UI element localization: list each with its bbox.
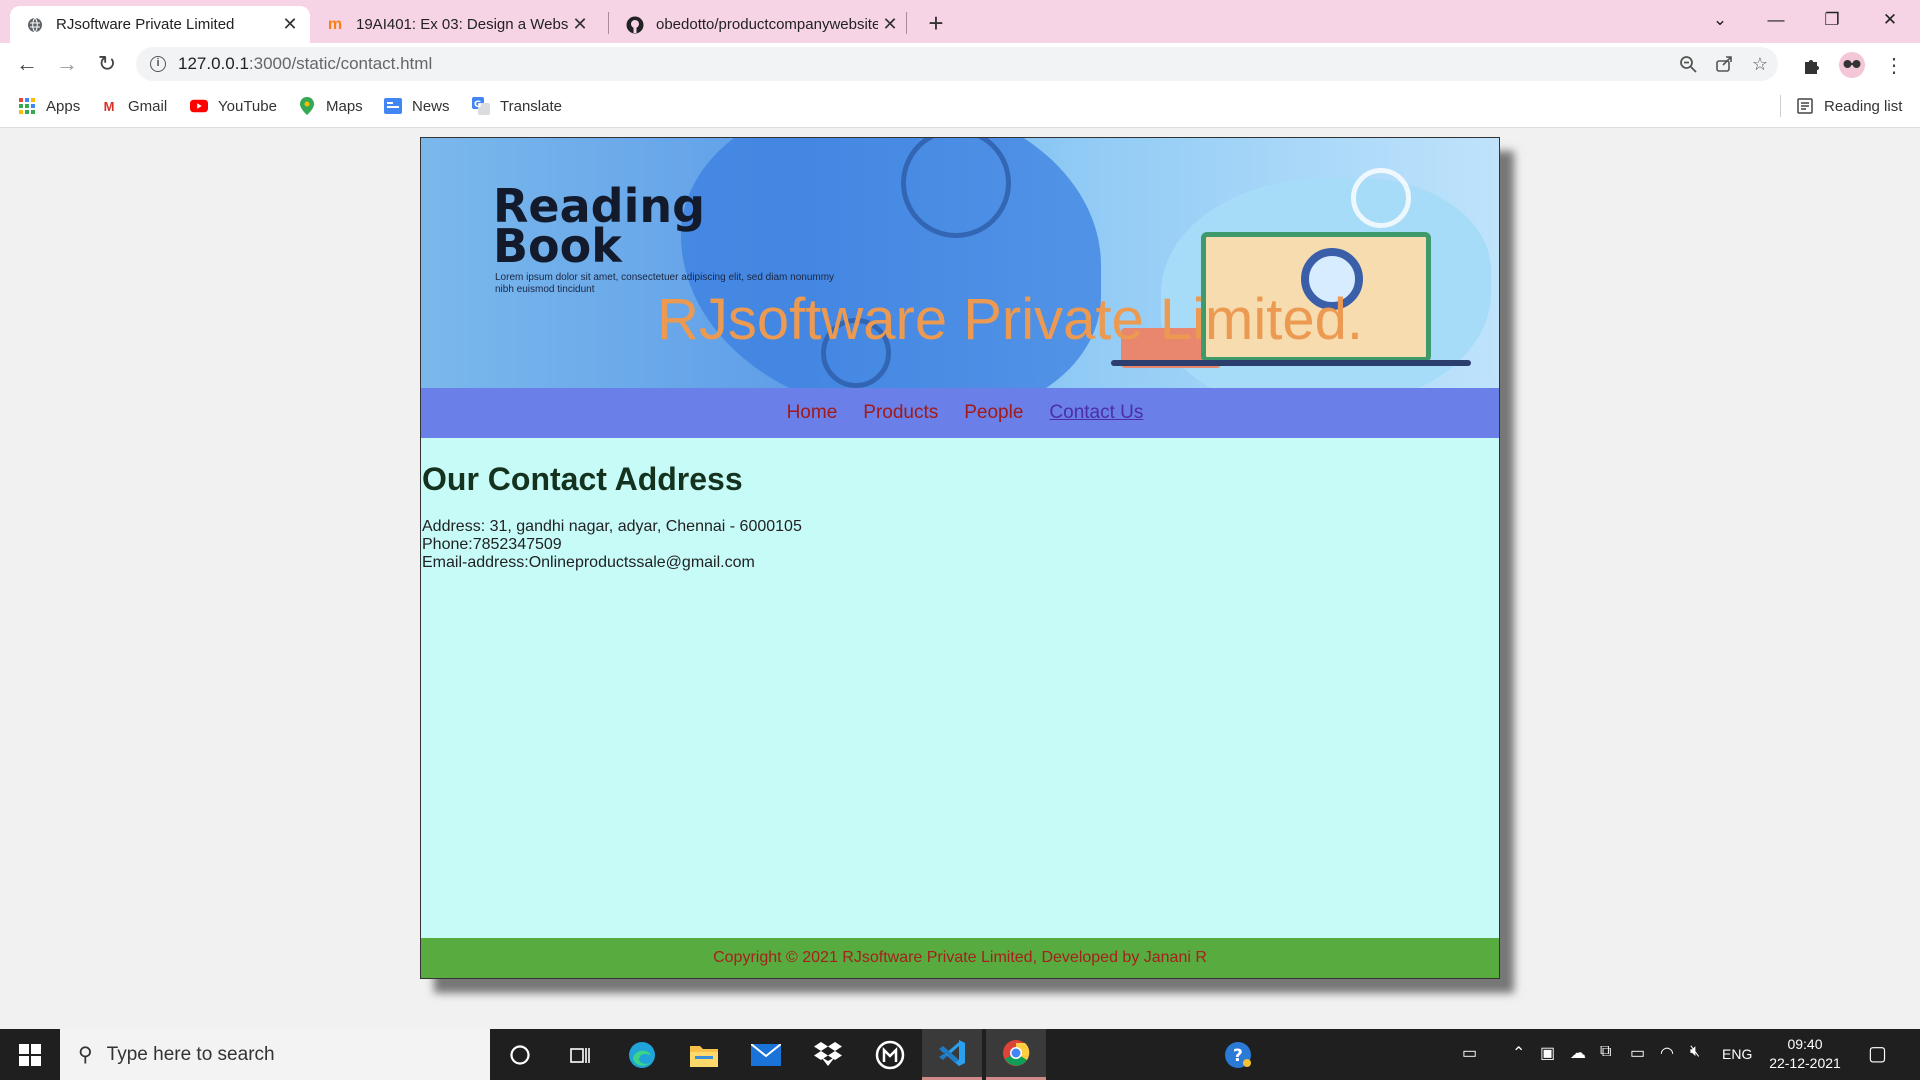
dropbox-icon[interactable] <box>798 1029 858 1080</box>
bookmark-gmail[interactable]: M Gmail <box>100 96 168 116</box>
mail-icon[interactable] <box>736 1029 796 1080</box>
contact-content: Our Contact Address Address: 31, gandhi … <box>422 438 1498 572</box>
nav-contact-us[interactable]: Contact Us <box>1049 402 1143 424</box>
site-footer: Copyright © 2021 RJsoftware Private Limi… <box>421 938 1499 978</box>
taskbar-search-input[interactable]: ⚲ Type here to search <box>60 1029 490 1080</box>
bookmark-news[interactable]: News <box>384 96 450 116</box>
bookmark-star-icon[interactable]: ☆ <box>1742 54 1778 75</box>
company-name: RJsoftware Private Limited. <box>657 287 1363 352</box>
notification-icon[interactable]: ▢ <box>1868 1041 1887 1066</box>
battery-icon[interactable]: ▭ <box>1630 1043 1645 1063</box>
windows-update-icon[interactable]: ⧉ <box>1600 1043 1611 1061</box>
bookmark-youtube[interactable]: YouTube <box>190 96 277 116</box>
app-icon[interactable] <box>860 1029 920 1080</box>
tab-title: RJsoftware Private Limited <box>56 16 235 33</box>
close-tab-icon[interactable]: ✕ <box>878 13 902 37</box>
chrome-icon[interactable] <box>986 1029 1046 1080</box>
tab-strip: RJsoftware Private Limited ✕ m 19AI401: … <box>0 0 1920 43</box>
tab-moodle[interactable]: m 19AI401: Ex 03: Design a Website ✕ <box>310 6 600 43</box>
windows-icon <box>19 1043 41 1066</box>
page-title: Our Contact Address <box>422 461 743 497</box>
news-icon <box>384 97 402 115</box>
globe-icon <box>26 16 44 34</box>
search-icon: ⚲ <box>78 1044 93 1066</box>
extensions-icon[interactable] <box>1798 51 1826 79</box>
start-button[interactable] <box>0 1029 60 1080</box>
site-nav: Home Products People Contact Us <box>421 388 1499 438</box>
apps-grid-icon <box>18 97 36 115</box>
url-text[interactable]: 127.0.0.1:3000/static/contact.html <box>178 54 1670 74</box>
banner-illustration <box>1111 360 1471 366</box>
tab-title: 19AI401: Ex 03: Design a Website <box>356 16 568 33</box>
reading-list-button[interactable]: Reading list <box>1796 96 1902 116</box>
onedrive-icon[interactable]: ☁ <box>1570 1043 1586 1063</box>
svg-text:G: G <box>474 100 481 110</box>
tab-separator <box>906 12 907 34</box>
forward-icon[interactable]: → <box>52 49 82 79</box>
site-container: Reading Book Lorem ipsum dolor sit amet, … <box>420 137 1500 979</box>
banner-image-title: Reading Book <box>493 179 706 273</box>
maps-icon <box>298 97 316 115</box>
task-view-icon[interactable] <box>550 1029 610 1080</box>
page-viewport: Reading Book Lorem ipsum dolor sit amet, … <box>0 128 1920 1029</box>
tab-rjsoftware[interactable]: RJsoftware Private Limited ✕ <box>10 6 310 43</box>
contact-email: Email-address:Onlineproductssale@gmail.c… <box>422 554 755 571</box>
show-hidden-icons[interactable]: ⌃ <box>1512 1043 1525 1063</box>
contact-phone: Phone:7852347509 <box>422 536 562 553</box>
moodle-icon: m <box>327 15 343 33</box>
wifi-icon[interactable]: ◠ <box>1660 1043 1674 1063</box>
close-window-button[interactable]: ✕ <box>1862 0 1918 40</box>
cortana-icon[interactable] <box>490 1029 550 1080</box>
tab-github[interactable]: obedotto/productcompanywebsite ✕ <box>610 6 910 43</box>
banner-decoration <box>1351 168 1411 228</box>
tab-title: obedotto/productcompanywebsite <box>656 16 878 33</box>
profile-avatar[interactable] <box>1838 51 1866 79</box>
nav-home[interactable]: Home <box>787 402 838 424</box>
tab-separator <box>608 12 609 34</box>
bookmarks-divider <box>1780 95 1781 117</box>
tab-search-icon[interactable]: ⌄ <box>1692 0 1748 40</box>
nav-people[interactable]: People <box>964 402 1023 424</box>
gmail-icon: M <box>103 98 115 114</box>
new-tab-button[interactable]: + <box>922 8 950 39</box>
keyboard-icon[interactable]: ▭ <box>1462 1043 1477 1063</box>
clock[interactable]: 09:40 22-12-2021 <box>1760 1035 1850 1073</box>
volume-muted-icon[interactable]: 🔇︎ <box>1690 1043 1700 1061</box>
share-icon[interactable] <box>1706 55 1742 73</box>
github-icon <box>626 16 644 34</box>
restore-button[interactable]: ❐ <box>1804 0 1860 40</box>
menu-icon[interactable]: ⋮ <box>1880 51 1908 79</box>
contact-address: Address: 31, gandhi nagar, adyar, Chenna… <box>422 518 802 535</box>
minimize-button[interactable]: — <box>1748 0 1804 40</box>
bookmark-maps[interactable]: Maps <box>298 96 363 116</box>
reading-list-icon <box>1796 97 1814 115</box>
help-icon[interactable]: ? <box>1208 1029 1268 1080</box>
back-icon[interactable]: ← <box>12 49 42 79</box>
edge-icon[interactable] <box>612 1029 672 1080</box>
address-bar[interactable]: i 127.0.0.1:3000/static/contact.html ☆ <box>136 47 1778 81</box>
bookmark-apps[interactable]: Apps <box>18 96 80 116</box>
bookmarks-bar: Apps M Gmail YouTube Maps News G Transla… <box>0 85 1920 128</box>
youtube-icon <box>190 97 208 115</box>
close-tab-icon[interactable]: ✕ <box>278 13 302 37</box>
bookmark-translate[interactable]: G Translate <box>472 96 562 116</box>
header-banner: Reading Book Lorem ipsum dolor sit amet, … <box>421 138 1499 388</box>
nav-products[interactable]: Products <box>863 402 938 424</box>
info-icon[interactable]: i <box>150 56 166 72</box>
vscode-icon[interactable] <box>922 1029 982 1080</box>
meet-now-icon[interactable]: ▣ <box>1540 1043 1555 1063</box>
zoom-icon[interactable] <box>1670 55 1706 73</box>
language-indicator[interactable]: ENG <box>1722 1046 1752 1062</box>
windows-taskbar: ⚲ Type here to search ? ▭ ⌃ ▣ ☁ ⧉ ▭ ◠ 🔇︎… <box>0 1029 1920 1080</box>
svg-text:?: ? <box>1233 1046 1243 1066</box>
reload-icon[interactable]: ↻ <box>92 49 122 79</box>
file-explorer-icon[interactable] <box>674 1029 734 1080</box>
browser-toolbar: ← → ↻ i 127.0.0.1:3000/static/contact.ht… <box>0 43 1920 85</box>
translate-icon: G <box>472 97 490 115</box>
close-tab-icon[interactable]: ✕ <box>568 13 592 37</box>
